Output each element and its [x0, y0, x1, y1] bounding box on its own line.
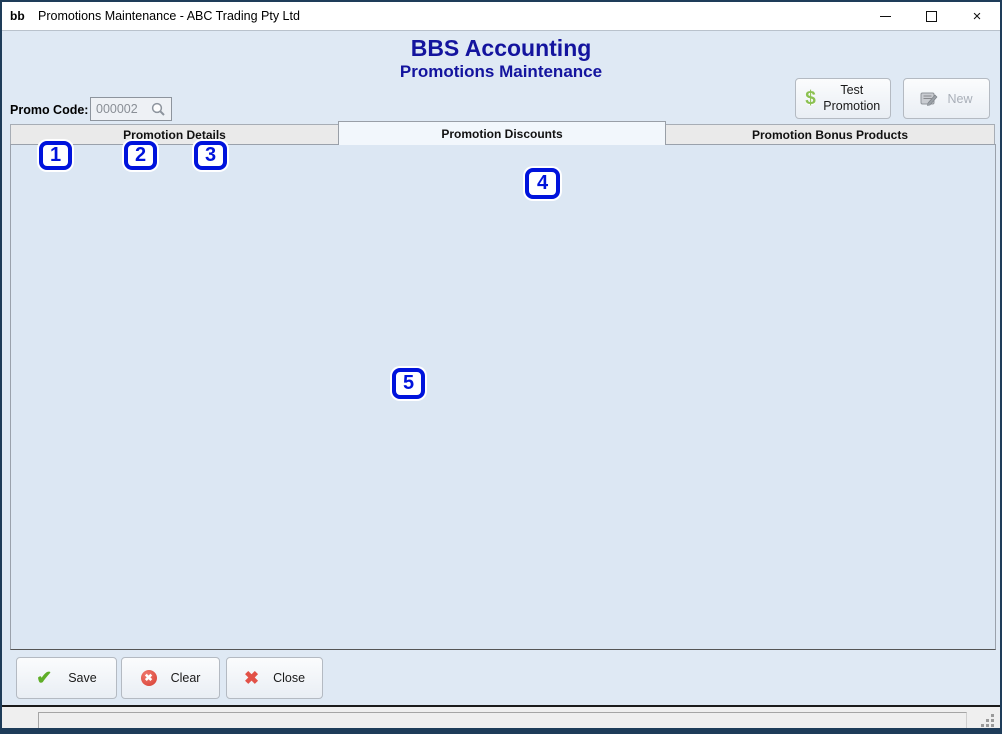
- annotation-badge-2: 2: [124, 141, 157, 170]
- tab-promotion-bonus-products[interactable]: Promotion Bonus Products: [665, 124, 995, 145]
- test-promotion-label: Test Promotion: [823, 83, 881, 114]
- resize-grip-icon[interactable]: [980, 713, 994, 727]
- maximize-button[interactable]: [908, 2, 954, 31]
- promo-code-label: Promo Code:: [10, 103, 88, 117]
- save-button-label: Save: [68, 671, 97, 685]
- new-note-icon: [920, 91, 938, 107]
- app-title: BBS Accounting: [2, 35, 1000, 62]
- promo-code-field[interactable]: [90, 97, 172, 121]
- save-check-icon: ✔: [36, 667, 52, 690]
- clear-button[interactable]: ✖ Clear: [121, 657, 220, 699]
- window-controls: ×: [862, 2, 1000, 31]
- close-x-icon: ✖: [244, 668, 259, 689]
- annotation-badge-4: 4: [525, 168, 560, 199]
- tab-strip: Promotion Details Promotion Discounts Pr…: [10, 121, 996, 145]
- minimize-button[interactable]: [862, 2, 908, 31]
- app-window: bb Promotions Maintenance - ABC Trading …: [0, 0, 1002, 734]
- save-button[interactable]: ✔ Save: [16, 657, 117, 699]
- annotation-badge-1: 1: [39, 141, 72, 170]
- promotion-discounts-panel: [10, 144, 996, 650]
- clear-button-label: Clear: [171, 671, 201, 685]
- status-panel: [38, 712, 967, 731]
- minimize-icon: [880, 16, 891, 17]
- maximize-icon: [926, 11, 937, 22]
- close-icon: ×: [973, 8, 982, 25]
- annotation-badge-5: 5: [392, 368, 425, 399]
- close-button[interactable]: ×: [954, 2, 1000, 31]
- new-button-label: New: [947, 92, 972, 106]
- dollar-icon: $: [805, 88, 816, 110]
- annotation-badge-3: 3: [194, 141, 227, 170]
- close-form-button[interactable]: ✖ Close: [226, 657, 323, 699]
- test-promotion-button[interactable]: $ Test Promotion: [795, 78, 891, 119]
- window-title: Promotions Maintenance - ABC Trading Pty…: [38, 9, 300, 23]
- close-button-label: Close: [273, 671, 305, 685]
- magnifier-icon[interactable]: [150, 101, 166, 117]
- titlebar: bb Promotions Maintenance - ABC Trading …: [2, 2, 1000, 31]
- promo-code-input[interactable]: [96, 102, 150, 116]
- clear-stop-icon: ✖: [141, 670, 157, 686]
- tab-promotion-discounts[interactable]: Promotion Discounts: [338, 121, 666, 145]
- new-button: New: [903, 78, 990, 119]
- app-logo-icon: bb: [10, 7, 30, 25]
- status-bar: [2, 705, 1000, 730]
